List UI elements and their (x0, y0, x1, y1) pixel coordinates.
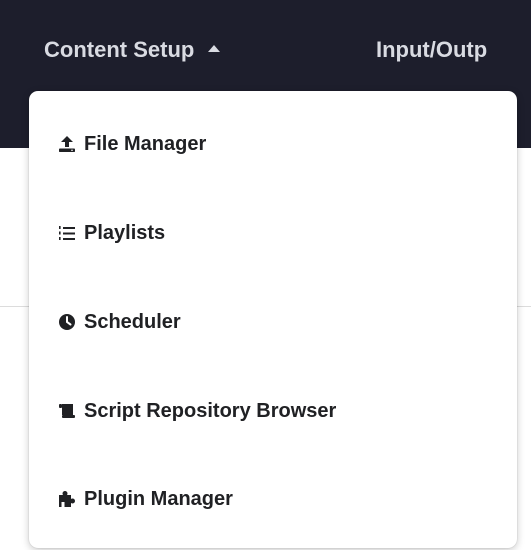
menu-item-plugin-manager[interactable]: Plugin Manager (29, 471, 517, 527)
list-ol-icon (58, 224, 76, 242)
menu-item-label: Script Repository Browser (84, 399, 337, 422)
menu-item-label: Playlists (84, 221, 166, 244)
nav-content-setup-label: Content Setup (44, 37, 195, 62)
nav-input-output[interactable]: Input/Outp (376, 33, 487, 67)
menu-item-label: Plugin Manager (84, 487, 233, 510)
menu-item-scheduler[interactable]: Scheduler (29, 294, 517, 350)
menu-item-script-repository-browser[interactable]: Script Repository Browser (29, 383, 517, 439)
content-setup-dropdown: File Manager Playlists Scheduler Script … (29, 91, 517, 548)
menu-item-label: File Manager (84, 132, 207, 155)
menu-item-label: Scheduler (84, 310, 181, 333)
nav-content-setup[interactable]: Content Setup (44, 33, 221, 67)
caret-up-icon (208, 44, 221, 52)
scroll-icon (58, 402, 76, 420)
menu-item-file-manager[interactable]: File Manager (29, 116, 517, 172)
puzzle-icon (58, 490, 76, 508)
upload-icon (58, 135, 76, 153)
menu-item-playlists[interactable]: Playlists (29, 205, 517, 261)
nav-input-output-label: Input/Outp (376, 37, 488, 62)
clock-icon (58, 313, 76, 331)
